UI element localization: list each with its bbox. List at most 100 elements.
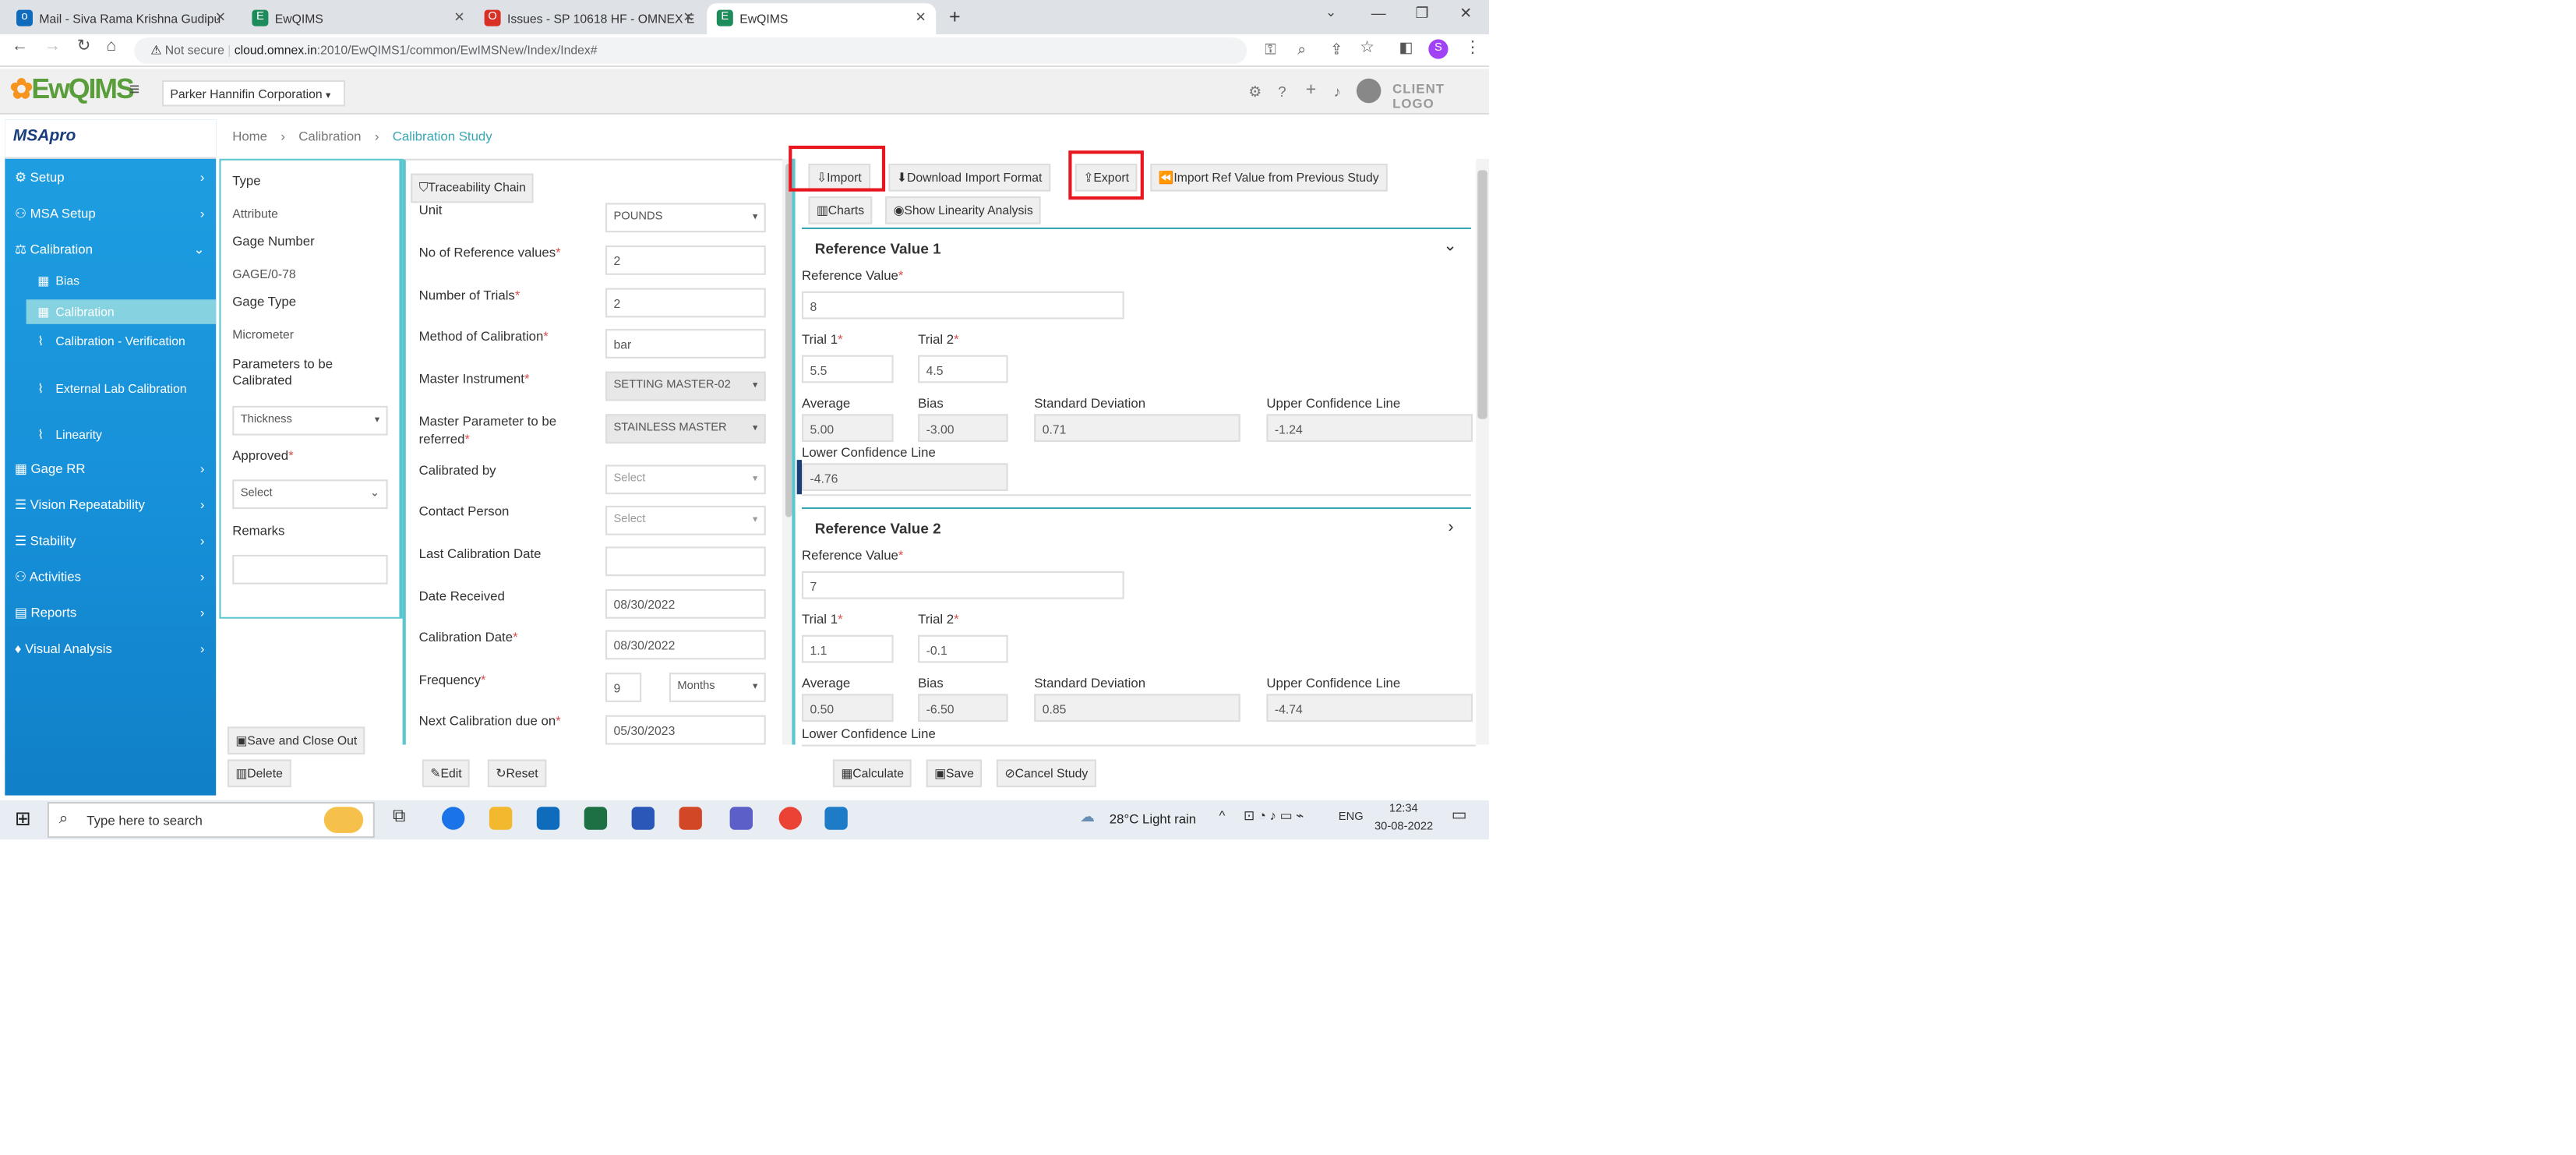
close-tab-icon[interactable]: ✕ <box>683 10 693 25</box>
forward-icon[interactable]: → <box>44 37 61 55</box>
minimize-icon[interactable]: — <box>1371 5 1386 21</box>
weather-text[interactable]: 28°C Light rain <box>1110 812 1196 827</box>
contact-person-select[interactable]: Select ▾ <box>605 505 766 535</box>
sidebar-item-setup[interactable]: ⚙ Setup › <box>15 170 211 185</box>
excel-icon[interactable] <box>584 807 608 830</box>
teams-icon[interactable] <box>729 807 753 830</box>
traceability-chain-button[interactable]: ⛉Traceability Chain <box>411 173 535 203</box>
import-ref-button[interactable]: ⏪Import Ref Value from Previous Study <box>1150 163 1388 192</box>
restore-icon[interactable]: ❐ <box>1415 5 1428 23</box>
sidebar-sub-linearity[interactable]: ⌇ Linearity <box>37 427 203 442</box>
help-icon[interactable]: ? <box>1278 83 1286 100</box>
reload-icon[interactable]: ↻ <box>77 37 91 55</box>
middle-scroll-thumb[interactable] <box>785 163 792 517</box>
tray-chevron-icon[interactable]: ^ <box>1219 808 1225 823</box>
breadcrumb-home[interactable]: Home <box>232 129 267 144</box>
sidebar-sub-calibration[interactable]: ▦ Calibration <box>37 305 203 320</box>
cancel-study-button[interactable]: ⊘Cancel Study <box>996 759 1096 788</box>
sidebar-sub-external-lab[interactable]: ⌇ External Lab Calibration <box>37 381 203 396</box>
trial2-2-input[interactable]: -0.1 <box>918 634 1008 663</box>
settings-gear-icon[interactable]: ⚙ <box>1248 83 1262 101</box>
sidebar-item-msa-setup[interactable]: ⚇ MSA Setup › <box>15 207 211 221</box>
add-icon[interactable]: + <box>1306 80 1317 100</box>
approved-select[interactable]: Select ⌄ <box>232 479 388 510</box>
chrome-icon[interactable] <box>778 807 802 830</box>
frequency-unit-select[interactable]: Months ▾ <box>669 673 766 702</box>
close-tab-icon[interactable]: ✕ <box>215 10 226 25</box>
clock-date[interactable]: 30-08-2022 <box>1374 821 1433 833</box>
remarks-input[interactable] <box>232 554 388 585</box>
close-tab-icon[interactable]: ✕ <box>916 10 926 25</box>
params-select[interactable]: Thickness ▾ <box>232 405 388 436</box>
tray-icons[interactable]: ⊡ ◔ ♪ ▭ ⌁ <box>1244 808 1304 823</box>
edit-button[interactable]: ✎Edit <box>422 759 471 788</box>
sidebar-item-stability[interactable]: ☰ Stability › <box>15 534 211 549</box>
file-explorer-icon[interactable] <box>489 807 513 830</box>
tab-search-icon[interactable]: ⌄ <box>1325 5 1336 19</box>
acrobat-icon[interactable] <box>679 807 702 830</box>
close-tab-icon[interactable]: ✕ <box>453 10 464 25</box>
breadcrumb-calibration[interactable]: Calibration <box>298 129 361 144</box>
home-icon[interactable]: ⌂ <box>107 37 117 55</box>
tab-ewqims-1[interactable]: E EwQIMS ✕ <box>242 3 475 34</box>
charts-button[interactable]: ▥Charts <box>808 196 873 224</box>
chevron-right-icon[interactable]: › <box>1448 519 1453 537</box>
reset-button[interactable]: ↻Reset <box>487 759 547 788</box>
sidebar-item-gage-rr[interactable]: ▦ Gage RR › <box>15 461 211 476</box>
next-cal-input[interactable]: 05/30/2023 <box>605 715 766 745</box>
outlook-icon[interactable] <box>536 807 560 830</box>
download-format-button[interactable]: ⬇Download Import Format <box>888 163 1050 192</box>
ref-value-1-input[interactable]: 8 <box>802 291 1124 320</box>
trial1-1-input[interactable]: 5.5 <box>802 355 894 383</box>
url-input[interactable]: ⚠ Not secure | cloud.omnex.in:2010/EwQIM… <box>134 37 1247 64</box>
browser-menu-icon[interactable]: ⋮ <box>1464 39 1480 57</box>
right-scroll-thumb[interactable] <box>1477 170 1487 419</box>
profile-avatar[interactable]: S <box>1428 39 1449 59</box>
unit-select[interactable]: POUNDS ▾ <box>605 203 766 233</box>
save-button[interactable]: ▣Save <box>926 759 983 788</box>
app-window-icon[interactable] <box>824 807 848 830</box>
sidebar-item-calibration[interactable]: ⚖ Calibration ⌄ <box>15 242 211 257</box>
taskbar-search[interactable]: ⌕ Type here to search <box>47 802 375 839</box>
calibrated-by-select[interactable]: Select ▾ <box>605 464 766 495</box>
trial2-1-input[interactable]: 4.5 <box>918 355 1008 383</box>
close-window-icon[interactable]: ✕ <box>1459 5 1472 23</box>
language-indicator[interactable]: ENG <box>1339 812 1364 824</box>
sidebar-sub-calibration-verification[interactable]: ⌇ Calibration - Verification <box>37 334 203 348</box>
sidebar-item-vision-repeatability[interactable]: ☰ Vision Repeatability › <box>15 497 211 512</box>
method-input[interactable]: bar <box>605 329 766 359</box>
user-avatar[interactable] <box>1356 78 1382 104</box>
cal-date-input[interactable]: 08/30/2022 <box>605 630 766 660</box>
calculate-button[interactable]: ▦Calculate <box>832 759 912 788</box>
sidebar-sub-bias[interactable]: ▦ Bias <box>37 274 203 288</box>
trial1-2-input[interactable]: 1.1 <box>802 634 894 663</box>
delete-button[interactable]: ▥Delete <box>227 759 291 788</box>
edge-icon[interactable] <box>442 807 465 830</box>
tab-ewqims-active[interactable]: E EwQIMS ✕ <box>707 3 937 35</box>
back-icon[interactable]: ← <box>12 37 28 55</box>
sidebar-item-activities[interactable]: ⚇ Activities › <box>15 570 211 585</box>
linearity-button[interactable]: ◉Show Linearity Analysis <box>885 196 1042 224</box>
master-instrument-select[interactable]: SETTING MASTER-02 ▾ <box>605 371 766 401</box>
ref-value-1-header[interactable]: Reference Value 1 <box>815 241 941 257</box>
sidepanel-icon[interactable]: ◧ <box>1399 39 1413 57</box>
bell-icon[interactable]: ♪ <box>1333 83 1340 100</box>
company-select[interactable]: Parker Hannifin Corporation ▾ <box>161 79 346 107</box>
num-trials-input[interactable]: 2 <box>605 288 766 318</box>
last-cal-input[interactable] <box>605 546 766 577</box>
task-view-icon[interactable]: ⧉ <box>393 807 406 828</box>
share-icon[interactable]: ⇪ <box>1330 41 1343 58</box>
sidebar-item-visual-analysis[interactable]: ♦ Visual Analysis › <box>15 641 211 656</box>
notifications-icon[interactable]: ▭ <box>1452 807 1467 825</box>
hamburger-menu-icon[interactable]: ≡ <box>129 80 139 100</box>
sidebar-item-reports[interactable]: ▤ Reports › <box>15 606 211 620</box>
word-icon[interactable] <box>631 807 655 830</box>
num-ref-input[interactable]: 2 <box>605 245 766 275</box>
windows-start-icon[interactable]: ⊞ <box>15 807 31 829</box>
clock-time[interactable]: 12:34 <box>1389 804 1418 815</box>
zoom-icon[interactable]: ⌕ <box>1297 41 1306 58</box>
bookmark-star-icon[interactable]: ☆ <box>1360 39 1374 57</box>
tab-mail[interactable]: o Mail - Siva Rama Krishna Gudipu ✕ <box>6 3 235 34</box>
key-icon[interactable]: ⚿ <box>1265 41 1276 58</box>
master-param-select[interactable]: STAINLESS MASTER ▾ <box>605 414 766 444</box>
